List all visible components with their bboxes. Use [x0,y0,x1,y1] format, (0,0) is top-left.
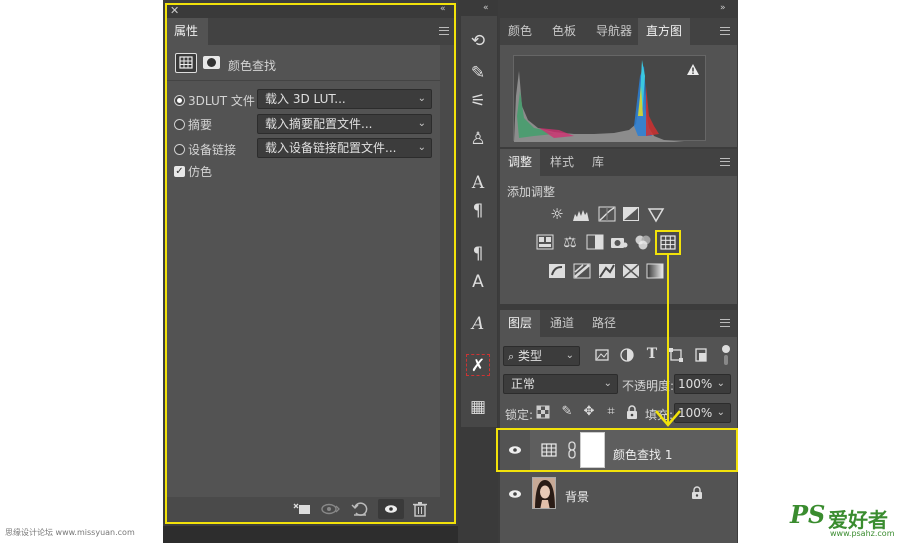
photo-filter-icon[interactable] [610,233,628,251]
brush-settings-icon[interactable]: ⚟ [466,90,490,112]
layer-highlight-frame [496,428,738,472]
selective-color-icon[interactable] [622,262,640,280]
exposure-icon[interactable] [622,205,640,223]
tab-swatches[interactable]: 色板 [544,18,584,45]
expand-icon[interactable]: « [483,3,489,13]
adjust-menu-icon[interactable] [720,158,730,166]
color-balance-icon[interactable]: ⚖ [561,233,579,251]
chevron-down-icon: ⌄ [716,407,725,418]
tab-libraries[interactable]: 库 [584,149,612,176]
tab-layers[interactable]: 图层 [500,310,541,337]
blend-mode-select[interactable]: 正常 ⌄ [503,374,618,394]
paragraph-icon[interactable]: ¶ [466,200,490,222]
hue-saturation-icon[interactable] [536,233,554,251]
right-margin [738,0,900,543]
filter-pixel-icon[interactable] [594,347,612,365]
search-icon: ⌕ [508,350,515,363]
lock-icon [691,486,703,500]
ps-logo-text: PS [790,500,826,529]
channel-mixer-icon[interactable] [634,233,652,251]
brush-icon[interactable]: ✎ [466,62,490,84]
timeline-icon[interactable]: ▦ [466,396,490,418]
brightness-contrast-icon[interactable]: ☼ [548,205,566,223]
lock-all-icon[interactable] [625,404,643,422]
tab-histogram[interactable]: 直方图 [638,18,691,45]
kind-filter-value: 类型 [518,349,543,363]
black-white-icon[interactable] [586,233,604,251]
tab-styles[interactable]: 样式 [542,149,582,176]
arrow-annotation [655,255,681,427]
vibrance-icon[interactable] [647,206,665,224]
clone-source-icon[interactable]: ♙ [466,128,490,150]
chevron-down-icon: ⌄ [716,378,725,389]
histogram-graph [513,55,706,142]
paragraph-styles-icon[interactable]: ¶ [466,243,490,265]
lock-label: 锁定: [505,408,534,422]
lock-position-icon[interactable]: ✥ [580,404,598,422]
filter-adjustment-icon[interactable] [619,347,637,365]
tool-presets-icon[interactable]: ✗ [466,354,490,376]
canvas-strip [163,526,458,543]
chevron-down-icon: ⌄ [565,350,574,361]
ps-logo: PS 爱好者 www.psahz.com [790,500,895,540]
tab-paths[interactable]: 路径 [584,310,624,337]
tab-color[interactable]: 颜色 [500,18,540,45]
properties-highlight-frame [165,3,456,524]
warning-icon[interactable] [686,63,700,77]
threshold-icon[interactable] [598,262,616,280]
watermark-left: 思缘设计论坛 www.missyuan.com [5,528,135,537]
add-adjustment-label: 添加调整 [507,185,556,199]
histogram-menu-icon[interactable] [720,27,730,35]
background-thumbnail[interactable] [532,477,556,509]
character-icon[interactable]: A [466,172,490,194]
ps-logo-url: www.psahz.com [830,529,895,538]
tab-channels[interactable]: 通道 [542,310,582,337]
curves-icon[interactable] [598,205,616,223]
levels-icon[interactable] [572,205,590,223]
character-styles-icon[interactable]: A [466,271,490,293]
color-lookup-button[interactable] [655,230,681,255]
eye-icon[interactable] [506,488,524,500]
layer-name-background: 背景 [565,490,590,504]
kind-filter-select[interactable]: ⌕ 类型 ⌄ [503,346,580,366]
lock-artboard-icon[interactable]: ⌗ [602,404,620,422]
tab-adjustments[interactable]: 调整 [500,149,541,176]
glyphs-icon[interactable]: A [466,313,490,335]
filter-smart-object-icon[interactable] [693,347,711,365]
blend-mode-value: 正常 [511,377,536,391]
history-brush-icon[interactable]: ⟲ [466,30,490,52]
expand-right-icon[interactable]: » [720,3,726,13]
layers-menu-icon[interactable] [720,319,730,327]
chevron-down-icon: ⌄ [603,378,612,389]
lock-transparent-icon[interactable] [536,405,554,423]
tab-navigator[interactable]: 导航器 [588,18,640,45]
lock-image-icon[interactable]: ✎ [558,404,576,422]
invert-icon[interactable] [548,262,566,280]
posterize-icon[interactable] [573,262,591,280]
filter-toggle-switch[interactable] [722,345,730,365]
